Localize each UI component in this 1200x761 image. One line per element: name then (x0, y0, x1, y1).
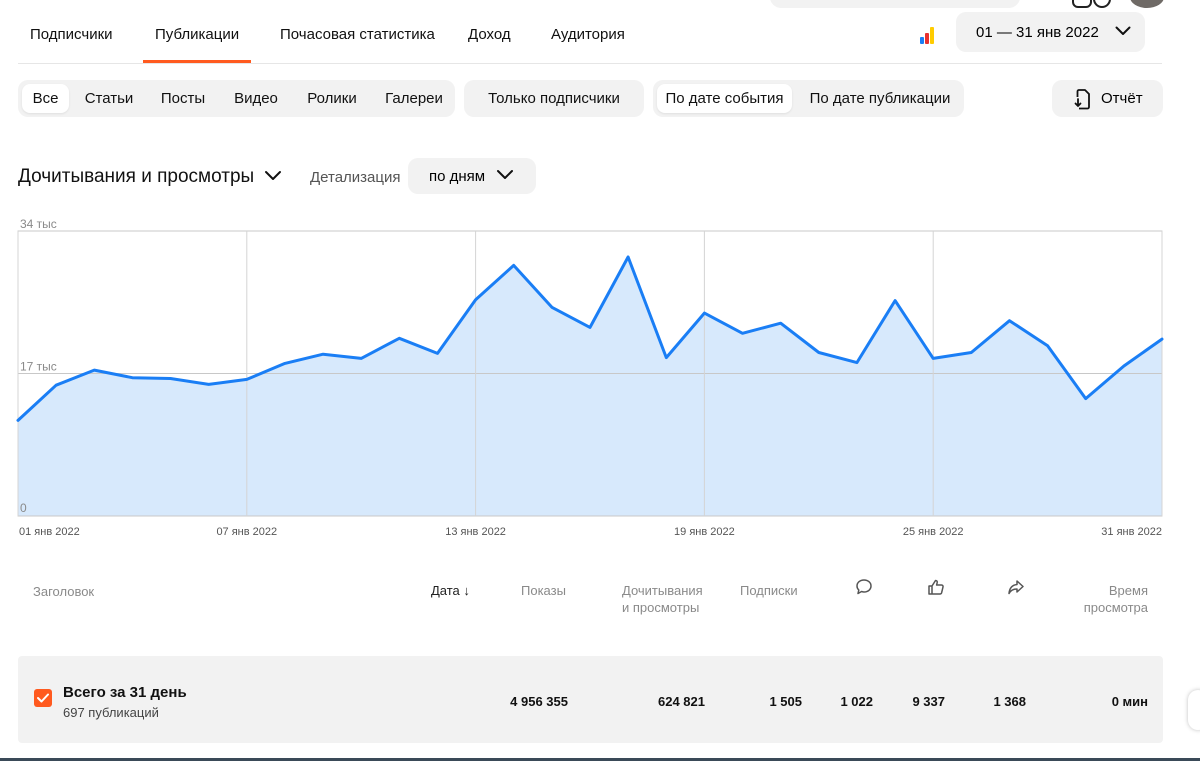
filter-posts[interactable]: Посты (151, 84, 215, 113)
detail-selector[interactable]: по дням (408, 158, 536, 194)
date-range-picker[interactable]: 01 — 31 янв 2022 (956, 12, 1145, 52)
y-tick-label: 0 (20, 501, 27, 515)
chevron-down-icon (1115, 26, 1131, 35)
filter-galleries[interactable]: Галереи (377, 84, 451, 113)
total-view-time: 0 мин (1111, 694, 1148, 709)
x-tick-label: 31 янв 2022 (1101, 526, 1162, 538)
detail-value: по дням (429, 168, 486, 185)
column-reads-views[interactable]: Дочитывания и просмотры (622, 582, 703, 616)
tab-hourly-stats[interactable]: Почасовая статистика (280, 26, 435, 43)
x-tick-label: 25 янв 2022 (903, 526, 964, 538)
column-view-time[interactable]: Время просмотра (1080, 582, 1148, 616)
metric-selector[interactable]: Дочитывания и просмотры (18, 166, 254, 188)
total-reads: 624 821 (658, 694, 705, 709)
filter-all[interactable]: Все (22, 84, 69, 113)
document-download-icon (1074, 89, 1090, 110)
column-title[interactable]: Заголовок (33, 583, 94, 600)
x-tick-label: 07 янв 2022 (216, 526, 277, 538)
total-comments: 1 022 (840, 694, 873, 709)
scroll-handle[interactable] (1188, 690, 1200, 730)
total-title: Всего за 31 день (63, 684, 187, 701)
check-icon (37, 693, 49, 703)
x-tick-label: 13 янв 2022 (445, 526, 506, 538)
column-reads-line2: и просмотры (622, 600, 700, 615)
share-icon[interactable] (1007, 578, 1025, 596)
date-mode-filter: По дате события По дате публикации (653, 80, 964, 117)
reads-views-chart: 34 тыс 17 тыс 0 01 янв 2022 07 янв 2022 13 ян… (16, 217, 1164, 538)
filter-by-publication-date[interactable]: По дате публикации (800, 84, 960, 113)
total-subtitle: 697 публикаций (63, 705, 159, 720)
tab-audience[interactable]: Аудитория (551, 26, 625, 43)
subscribers-only-toggle[interactable]: Только подписчики (464, 80, 644, 117)
filter-by-event-date[interactable]: По дате события (657, 84, 792, 113)
total-shows: 4 956 355 (510, 694, 568, 709)
content-type-filter: Все Статьи Посты Видео Ролики Галереи (18, 80, 455, 117)
tab-publications[interactable]: Публикации (142, 26, 252, 63)
x-tick-label: 19 янв 2022 (674, 526, 735, 538)
total-row: Всего за 31 день 697 публикаций 4 956 35… (18, 656, 1163, 743)
report-button[interactable]: Отчёт (1052, 80, 1163, 117)
column-reads-line1: Дочитывания (622, 583, 703, 598)
total-shares: 1 368 (993, 694, 1026, 709)
report-label: Отчёт (1101, 90, 1143, 107)
filter-videos[interactable]: Видео (225, 84, 287, 113)
column-time-line1: Время (1108, 583, 1148, 598)
bar-chart-icon[interactable] (920, 26, 940, 44)
like-icon[interactable] (927, 578, 945, 596)
subscribers-only-label: Только подписчики (488, 90, 620, 107)
total-checkbox[interactable] (34, 689, 52, 707)
filter-articles[interactable]: Статьи (76, 84, 142, 113)
column-time-line2: просмотра (1083, 600, 1148, 615)
filter-shorts[interactable]: Ролики (297, 84, 367, 113)
tab-subscribers[interactable]: Подписчики (30, 26, 113, 43)
date-range-label: 01 — 31 янв 2022 (976, 23, 1099, 41)
comment-icon[interactable] (855, 578, 873, 596)
total-subscriptions: 1 505 (769, 694, 802, 709)
y-tick-label: 34 тыс (20, 217, 57, 231)
y-tick-label: 17 тыс (20, 360, 57, 374)
total-likes: 9 337 (912, 694, 945, 709)
x-tick-label: 01 янв 2022 (19, 526, 80, 538)
arrow-down-icon: ↓ (459, 583, 470, 598)
detail-label: Детализация (310, 169, 401, 186)
column-date[interactable]: Дата ↓ (431, 582, 470, 599)
column-shows[interactable]: Показы (521, 582, 566, 599)
chevron-down-icon (497, 170, 513, 179)
tab-income[interactable]: Доход (468, 26, 511, 43)
column-subscriptions[interactable]: Подписки (740, 582, 798, 599)
chevron-down-icon[interactable] (264, 170, 282, 182)
column-date-label: Дата (431, 583, 460, 598)
